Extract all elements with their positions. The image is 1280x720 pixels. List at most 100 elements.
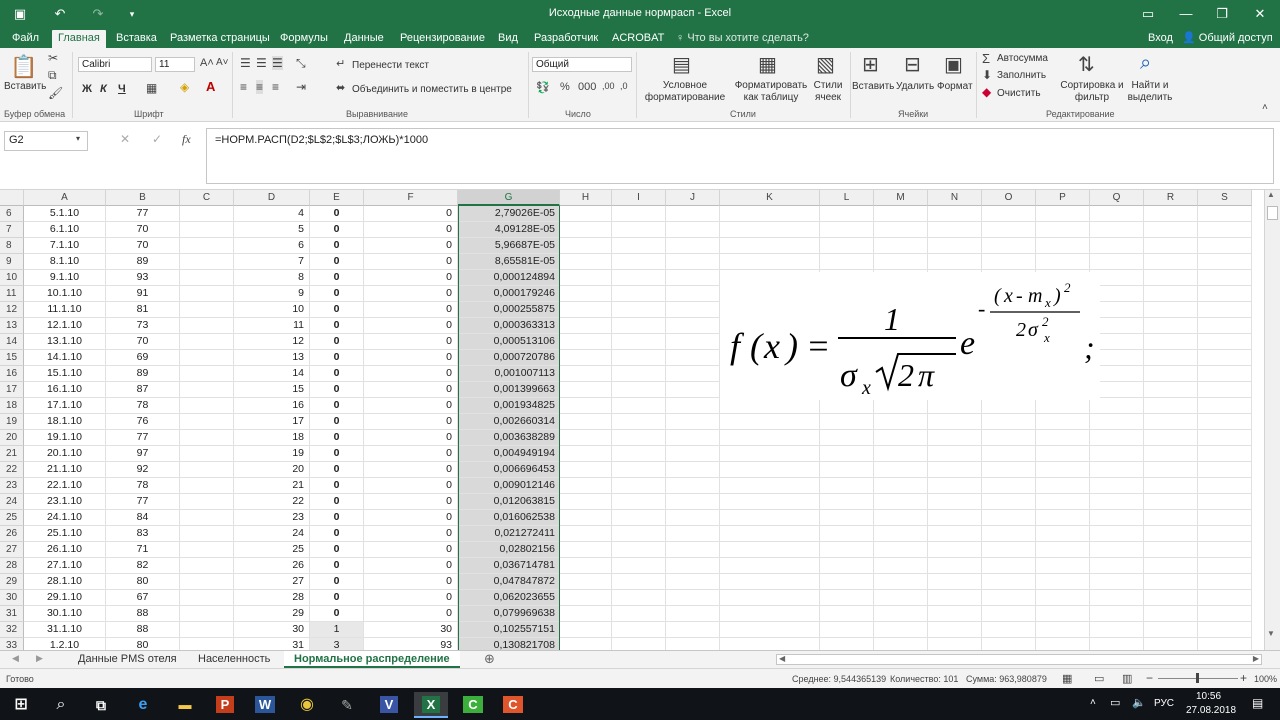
cell-d[interactable]: 28 <box>234 590 310 606</box>
cell-g[interactable]: 2,79026E-05 <box>458 206 560 222</box>
sort-filter-button[interactable]: Сортировка и фильтр <box>1060 80 1124 104</box>
cell-d[interactable]: 8 <box>234 270 310 286</box>
cell-f[interactable]: 0 <box>364 590 458 606</box>
cell-p[interactable] <box>1036 478 1090 494</box>
row-header[interactable]: 12 <box>0 302 24 318</box>
cell-h[interactable] <box>560 302 612 318</box>
column-header-p[interactable]: P <box>1036 190 1090 206</box>
cell-q[interactable] <box>1090 254 1144 270</box>
cell-q[interactable] <box>1090 446 1144 462</box>
decrease-decimal-icon[interactable]: ,0 <box>620 81 628 91</box>
cell-g[interactable]: 5,96687E-05 <box>458 238 560 254</box>
cell-d[interactable]: 24 <box>234 526 310 542</box>
cell-s[interactable] <box>1198 366 1252 382</box>
column-header-r[interactable]: R <box>1144 190 1198 206</box>
align-bottom-icon[interactable]: ☰ <box>272 56 283 70</box>
cell-c[interactable] <box>180 270 234 286</box>
normal-view-icon[interactable]: ▦ <box>1062 672 1072 685</box>
cell-d[interactable]: 9 <box>234 286 310 302</box>
cell-g[interactable]: 0,012063815 <box>458 494 560 510</box>
cell-n[interactable] <box>928 446 982 462</box>
search-icon[interactable]: ⌕ <box>44 692 78 718</box>
cell-h[interactable] <box>560 286 612 302</box>
cell-j[interactable] <box>666 318 720 334</box>
cell-b[interactable]: 70 <box>106 334 180 350</box>
excel-icon[interactable]: X <box>414 692 448 718</box>
bold-button[interactable]: Ж <box>82 83 92 95</box>
cell-f[interactable]: 0 <box>364 430 458 446</box>
row-header[interactable]: 26 <box>0 526 24 542</box>
cell-s[interactable] <box>1198 590 1252 606</box>
cell-g[interactable]: 0,000363313 <box>458 318 560 334</box>
cell-d[interactable]: 4 <box>234 206 310 222</box>
cell-g[interactable]: 0,036714781 <box>458 558 560 574</box>
cell-a[interactable]: 11.1.10 <box>24 302 106 318</box>
cell-d[interactable]: 15 <box>234 382 310 398</box>
cell-b[interactable]: 77 <box>106 430 180 446</box>
cell-g[interactable]: 0,003638289 <box>458 430 560 446</box>
cell-q[interactable] <box>1090 414 1144 430</box>
zoom-out-icon[interactable]: − <box>1146 671 1153 685</box>
edge-browser-icon[interactable]: e <box>126 692 160 718</box>
cell-n[interactable] <box>928 414 982 430</box>
cell-d[interactable]: 6 <box>234 238 310 254</box>
indent-icon[interactable]: ⇥ <box>296 80 306 94</box>
find-select-button[interactable]: Найти и выделить <box>1120 80 1180 104</box>
cell-h[interactable] <box>560 574 612 590</box>
format-painter-icon[interactable]: 🖌 <box>48 86 63 100</box>
cell-n[interactable] <box>928 398 982 414</box>
align-top-icon[interactable]: ☰ <box>240 56 251 70</box>
tab-file[interactable]: Файл <box>6 30 45 48</box>
cell-o[interactable] <box>982 590 1036 606</box>
cell-n[interactable] <box>928 622 982 638</box>
cell-n[interactable] <box>928 494 982 510</box>
cell-p[interactable] <box>1036 574 1090 590</box>
cell-i[interactable] <box>612 366 666 382</box>
cell-c[interactable] <box>180 302 234 318</box>
cell-e[interactable]: 0 <box>310 462 364 478</box>
align-right-icon[interactable]: ≡ <box>272 80 279 94</box>
cell-f[interactable]: 0 <box>364 254 458 270</box>
cell-k[interactable] <box>720 462 820 478</box>
notifications-icon[interactable]: ▤ <box>1252 696 1263 710</box>
cell-s[interactable] <box>1198 638 1252 650</box>
cell-c[interactable] <box>180 478 234 494</box>
cell-r[interactable] <box>1144 510 1198 526</box>
cell-a[interactable]: 19.1.10 <box>24 430 106 446</box>
column-header-l[interactable]: L <box>820 190 874 206</box>
tab-review[interactable]: Рецензирование <box>394 30 491 48</box>
cell-e[interactable]: 0 <box>310 590 364 606</box>
font-color-icon[interactable]: A <box>206 79 215 94</box>
row-header[interactable]: 32 <box>0 622 24 638</box>
cell-e[interactable]: 0 <box>310 302 364 318</box>
row-header[interactable]: 13 <box>0 318 24 334</box>
cell-o[interactable] <box>982 430 1036 446</box>
cell-s[interactable] <box>1198 462 1252 478</box>
network-icon[interactable]: ▭ <box>1110 696 1120 709</box>
cell-b[interactable]: 88 <box>106 622 180 638</box>
cell-p[interactable] <box>1036 638 1090 650</box>
cell-k[interactable] <box>720 222 820 238</box>
cell-r[interactable] <box>1144 430 1198 446</box>
vertical-scrollbar[interactable]: ▲ ▼ <box>1264 190 1280 650</box>
cell-k[interactable] <box>720 622 820 638</box>
cell-n[interactable] <box>928 558 982 574</box>
tray-up-icon[interactable]: ˄ <box>1090 697 1096 708</box>
cell-r[interactable] <box>1144 334 1198 350</box>
cell-e[interactable]: 0 <box>310 382 364 398</box>
orientation-icon[interactable]: ⤡ <box>296 56 306 71</box>
percent-icon[interactable]: % <box>560 81 570 93</box>
powerpoint-icon[interactable]: P <box>208 692 242 718</box>
cell-i[interactable] <box>612 462 666 478</box>
cell-i[interactable] <box>612 430 666 446</box>
cell-j[interactable] <box>666 606 720 622</box>
cell-s[interactable] <box>1198 574 1252 590</box>
collapse-ribbon-icon[interactable]: ˄ <box>1262 102 1268 113</box>
wrap-text-button[interactable]: Перенести текст <box>352 60 429 71</box>
cell-p[interactable] <box>1036 526 1090 542</box>
cell-s[interactable] <box>1198 446 1252 462</box>
cell-i[interactable] <box>612 222 666 238</box>
cell-p[interactable] <box>1036 558 1090 574</box>
cell-b[interactable]: 67 <box>106 590 180 606</box>
row-header[interactable]: 8 <box>0 238 24 254</box>
